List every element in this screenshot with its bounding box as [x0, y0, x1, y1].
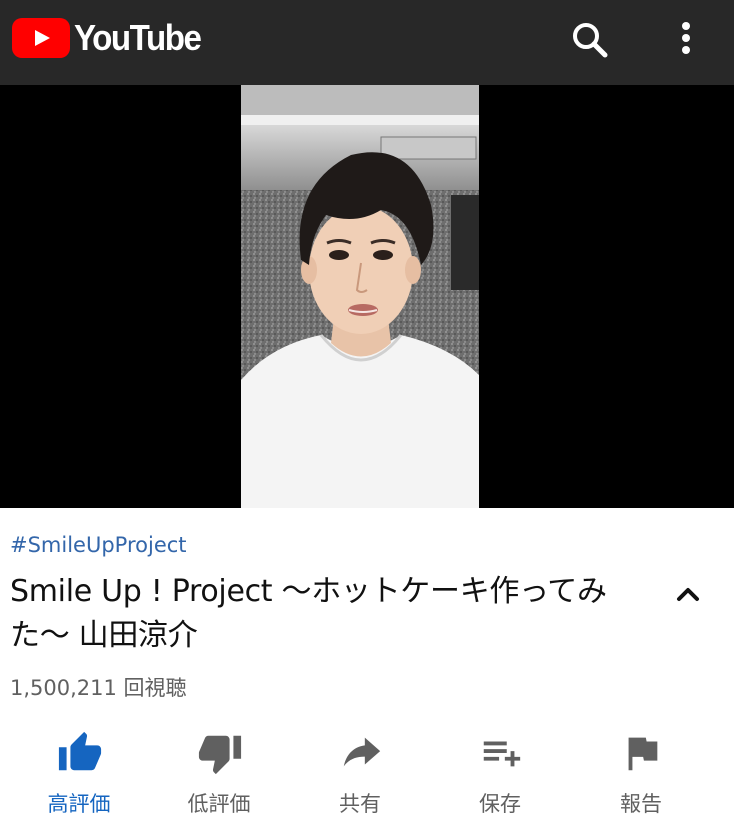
- action-bar: 高評価 低評価 共有 保存 報告: [0, 728, 734, 828]
- flag-icon: [628, 737, 658, 771]
- report-label: 報告: [620, 792, 662, 816]
- playlist-add-icon: [483, 741, 521, 767]
- expand-description-button[interactable]: [672, 578, 704, 610]
- like-label: 高評価: [47, 792, 111, 816]
- share-button[interactable]: 共有: [300, 728, 420, 828]
- dislike-label: 低評価: [187, 792, 251, 816]
- save-button[interactable]: 保存: [440, 728, 560, 828]
- like-button[interactable]: 高評価: [19, 728, 139, 828]
- thumb-down-icon: [198, 735, 242, 775]
- dislike-button[interactable]: 低評価: [159, 728, 279, 828]
- video-frame[interactable]: [241, 85, 479, 508]
- more-options-button[interactable]: [664, 18, 708, 62]
- top-app-bar: YouTube: [0, 0, 734, 85]
- hashtag-link[interactable]: #SmileUpProject: [10, 533, 187, 557]
- youtube-play-icon: [12, 18, 70, 58]
- save-label: 保存: [479, 792, 521, 816]
- video-thumbnail-image: [241, 85, 479, 508]
- thumb-up-icon: [58, 731, 102, 771]
- search-button[interactable]: [568, 18, 612, 62]
- more-vert-icon: [682, 22, 690, 54]
- youtube-logo[interactable]: YouTube: [12, 18, 211, 58]
- video-title: Smile Up ! Project 〜ホットケーキ作ってみた〜 山田涼介: [10, 574, 607, 653]
- share-icon: [343, 737, 381, 767]
- view-count: 1,500,211 回視聴: [10, 676, 187, 700]
- report-button[interactable]: 報告: [581, 728, 701, 828]
- video-player[interactable]: [0, 85, 734, 508]
- logo-text: YouTube: [74, 17, 202, 58]
- share-label: 共有: [339, 792, 381, 816]
- chevron-up-icon: [677, 588, 699, 601]
- search-icon: [573, 23, 608, 58]
